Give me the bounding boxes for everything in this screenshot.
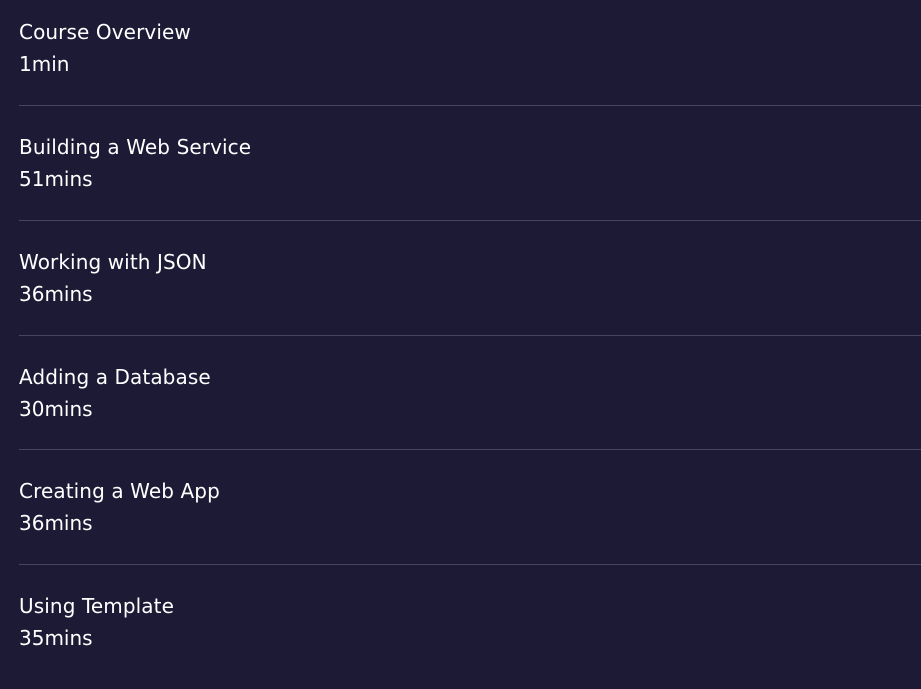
module-building-a-web-service[interactable]: Building a Web Service 51mins: [0, 115, 921, 230]
module-using-template[interactable]: Using Template 35mins: [0, 574, 921, 689]
divider: [19, 564, 921, 565]
module-title: Using Template: [19, 594, 175, 618]
divider: [19, 220, 921, 221]
module-course-overview[interactable]: Course Overview 1min: [0, 0, 921, 115]
module-creating-a-web-app[interactable]: Creating a Web App 36mins: [0, 459, 921, 574]
module-title: Course Overview: [19, 20, 191, 44]
module-duration: 36mins: [19, 282, 93, 306]
module-duration: 35mins: [19, 626, 93, 650]
module-duration: 30mins: [19, 397, 93, 421]
module-title: Building a Web Service: [19, 135, 252, 159]
module-duration: 51mins: [19, 167, 93, 191]
divider: [19, 335, 921, 336]
module-duration: 36mins: [19, 511, 93, 535]
module-duration: 1min: [19, 52, 70, 76]
divider: [19, 449, 921, 450]
divider: [19, 105, 921, 106]
module-title: Creating a Web App: [19, 479, 220, 503]
module-title: Working with JSON: [19, 250, 207, 274]
module-adding-a-database[interactable]: Adding a Database 30mins: [0, 345, 921, 460]
course-module-list: Course Overview 1min Building a Web Serv…: [0, 0, 921, 680]
module-title: Adding a Database: [19, 365, 211, 389]
module-working-with-json[interactable]: Working with JSON 36mins: [0, 230, 921, 345]
